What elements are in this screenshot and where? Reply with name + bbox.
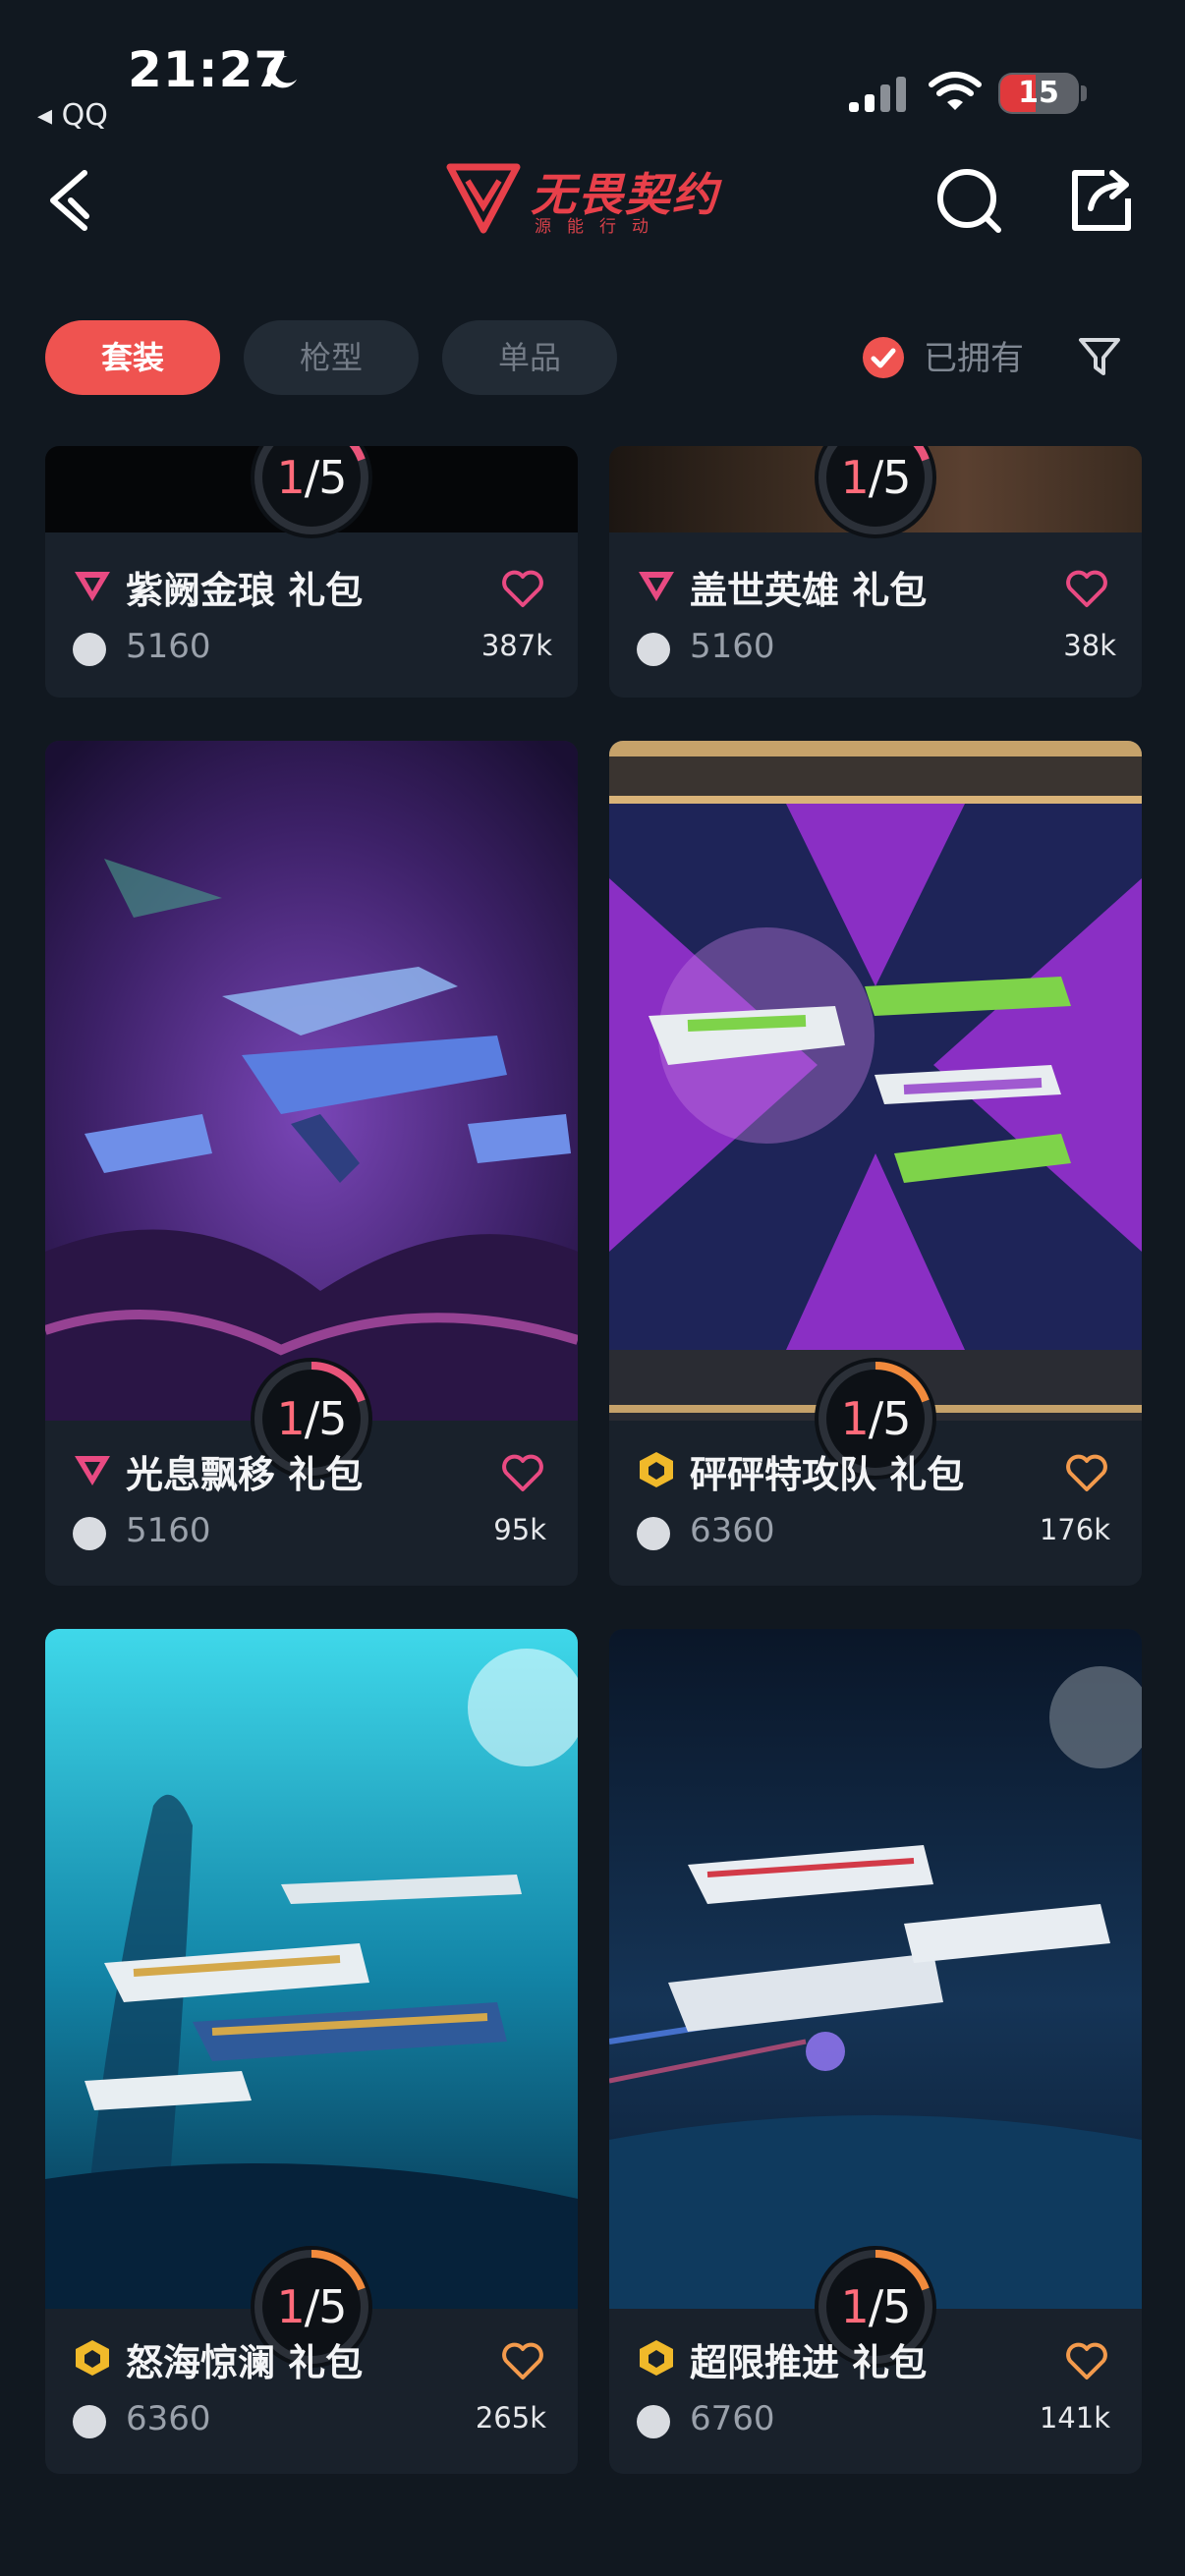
card-title: 怒海惊澜 礼包 xyxy=(126,2341,364,2384)
heart-icon[interactable] xyxy=(1065,1454,1108,1493)
card-image xyxy=(45,741,578,1421)
card-likes: 176k xyxy=(1039,1513,1110,1546)
tab-single-item[interactable]: 单品 xyxy=(442,320,617,395)
rarity-premium-icon xyxy=(75,572,110,601)
currency-icon xyxy=(637,1517,670,1550)
back-arrow-icon[interactable] xyxy=(41,161,110,240)
rarity-premium-icon xyxy=(639,572,674,601)
heart-icon[interactable] xyxy=(501,1454,544,1493)
tab-gun-type[interactable]: 枪型 xyxy=(244,320,419,395)
currency-icon xyxy=(73,1517,106,1550)
filter-icon[interactable] xyxy=(1077,334,1122,379)
logo-subtitle: 源能行动 xyxy=(535,217,664,237)
rarity-exclusive-icon xyxy=(76,2340,109,2376)
card-image xyxy=(45,1629,578,2309)
card-likes: 141k xyxy=(1039,2401,1110,2435)
currency-icon xyxy=(73,2405,106,2438)
card-title: 光息飘移 礼包 xyxy=(126,1453,364,1496)
card-image xyxy=(609,1629,1142,2309)
heart-icon[interactable] xyxy=(501,570,544,609)
battery-level: 15 xyxy=(1018,76,1059,110)
card-price: 6360 xyxy=(126,2399,211,2438)
battery-indicator: 15 xyxy=(998,73,1079,114)
card-price: 5160 xyxy=(126,1511,211,1550)
share-icon[interactable] xyxy=(1061,161,1140,240)
search-icon[interactable] xyxy=(930,161,1008,240)
wifi-icon xyxy=(929,72,982,110)
heart-icon[interactable] xyxy=(1065,570,1108,609)
currency-icon xyxy=(637,2405,670,2438)
rarity-exclusive-icon xyxy=(640,1452,673,1487)
card-price: 5160 xyxy=(690,627,775,666)
card-price: 5160 xyxy=(126,627,211,666)
heart-icon[interactable] xyxy=(1065,2342,1108,2381)
owned-label: 已拥有 xyxy=(924,339,1024,378)
card-likes: 387k xyxy=(480,629,552,662)
status-bar: 21:27 ◂ QQ 15 xyxy=(0,0,1185,147)
currency-icon xyxy=(73,633,106,666)
moon-icon xyxy=(266,56,298,88)
back-to-app-link[interactable]: ◂ QQ xyxy=(37,98,108,133)
card-likes: 95k xyxy=(493,1513,546,1546)
rarity-premium-icon xyxy=(75,1456,110,1485)
tab-set[interactable]: 套装 xyxy=(45,320,220,395)
scroll-mask xyxy=(0,403,1185,446)
card-title: 盖世英雄 礼包 xyxy=(690,569,928,612)
rarity-exclusive-icon xyxy=(640,2340,673,2376)
product-card-4[interactable]: 1/5 砰砰特攻队 礼包 6360 176k xyxy=(609,741,1142,1586)
card-likes: 38k xyxy=(1063,629,1116,662)
currency-icon xyxy=(637,633,670,666)
heart-icon[interactable] xyxy=(501,2342,544,2381)
product-card-5[interactable]: 1/5 怒海惊澜 礼包 6360 265k xyxy=(45,1629,578,2474)
valorant-logo-icon xyxy=(446,163,521,234)
app-logo: 无畏契约 源能行动 xyxy=(444,157,739,237)
card-price: 6760 xyxy=(690,2399,775,2438)
card-title: 超限推进 礼包 xyxy=(690,2341,928,2384)
card-image xyxy=(609,741,1142,1421)
card-price: 6360 xyxy=(690,1511,775,1550)
card-likes: 265k xyxy=(475,2401,546,2435)
product-card-6[interactable]: 1/5 超限推进 礼包 6760 141k xyxy=(609,1629,1142,2474)
product-card-3[interactable]: 1/5 光息飘移 礼包 5160 95k xyxy=(45,741,578,1586)
check-icon xyxy=(863,337,904,378)
card-title: 砰砰特攻队 礼包 xyxy=(690,1453,965,1496)
card-title: 紫阙金琅 礼包 xyxy=(126,569,364,612)
cellular-signal-icon xyxy=(849,77,906,112)
